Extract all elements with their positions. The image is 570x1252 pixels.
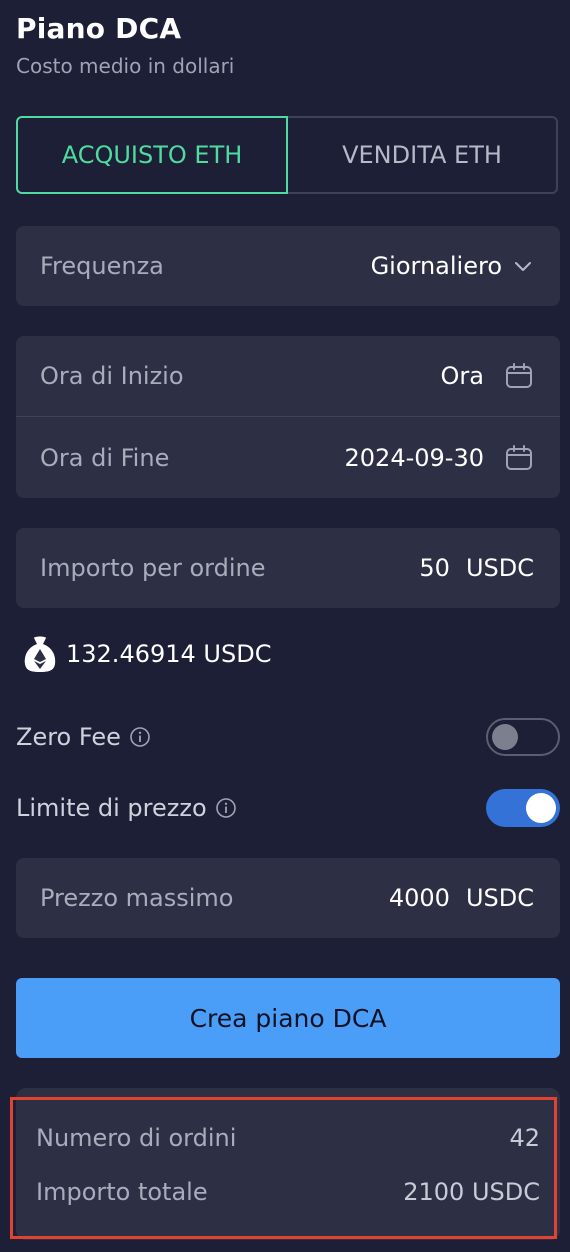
total-amount-row: Importo totale 2100 USDC [36, 1178, 540, 1206]
page-title: Piano DCA [16, 12, 182, 45]
max-price-unit: USDC [465, 884, 534, 912]
frequency-label: Frequenza [40, 252, 164, 280]
chevron-down-icon [515, 262, 531, 271]
total-amount-value: 2100 USDC [403, 1178, 540, 1206]
max-price-label: Prezzo massimo [40, 884, 234, 912]
price-limit-toggle[interactable] [486, 789, 560, 827]
start-time-label: Ora di Inizio [40, 362, 184, 390]
toggle-knob [492, 724, 518, 750]
create-dca-plan-button[interactable]: Crea piano DCA [16, 978, 560, 1058]
toggle-knob [526, 793, 556, 823]
wallet-balance-value: 132.46914 USDC [66, 640, 272, 668]
wallet-balance: 132.46914 USDC [22, 634, 271, 674]
zero-fee-toggle[interactable] [486, 718, 560, 756]
end-time-row[interactable]: Ora di Fine 2024-09-30 [16, 417, 560, 498]
end-time-value: 2024-09-30 [344, 443, 484, 472]
tab-buy-eth[interactable]: ACQUISTO ETH [16, 116, 288, 194]
frequency-select[interactable]: Frequenza Giornaliero [16, 226, 560, 306]
info-icon[interactable] [215, 797, 237, 819]
trade-direction-tabs: ACQUISTO ETH VENDITA ETH [16, 116, 558, 194]
frequency-value: Giornaliero [370, 252, 502, 280]
zero-fee-row: Zero Fee [16, 718, 560, 756]
schedule-card: Ora di Inizio Ora Ora di Fine 2024-09-30 [16, 336, 560, 498]
start-time-value: Ora [440, 362, 484, 390]
amount-per-order-value[interactable]: 50 [419, 554, 450, 582]
tab-sell-eth[interactable]: VENDITA ETH [288, 116, 558, 194]
orders-count-row: Numero di ordini 42 [36, 1124, 540, 1152]
orders-count-label: Numero di ordini [36, 1124, 237, 1152]
plan-summary: Numero di ordini 42 Importo totale 2100 … [16, 1088, 560, 1240]
info-icon[interactable] [129, 726, 151, 748]
amount-per-order-label: Importo per ordine [40, 554, 266, 582]
amount-unit: USDC [465, 554, 534, 582]
max-price-field[interactable]: Prezzo massimo 4000 USDC [16, 858, 560, 938]
money-bag-eth-icon [24, 636, 56, 672]
zero-fee-label: Zero Fee [16, 723, 121, 751]
price-limit-label: Limite di prezzo [16, 794, 207, 822]
calendar-icon[interactable] [504, 361, 534, 391]
end-time-label: Ora di Fine [40, 443, 170, 472]
calendar-icon[interactable] [504, 443, 534, 473]
amount-per-order-field[interactable]: Importo per ordine 50 USDC [16, 528, 560, 608]
orders-count-value: 42 [509, 1124, 540, 1152]
total-amount-label: Importo totale [36, 1178, 208, 1206]
start-time-row[interactable]: Ora di Inizio Ora [16, 336, 560, 416]
page-subtitle: Costo medio in dollari [16, 54, 235, 78]
max-price-value[interactable]: 4000 [389, 884, 450, 912]
price-limit-row: Limite di prezzo [16, 789, 560, 827]
